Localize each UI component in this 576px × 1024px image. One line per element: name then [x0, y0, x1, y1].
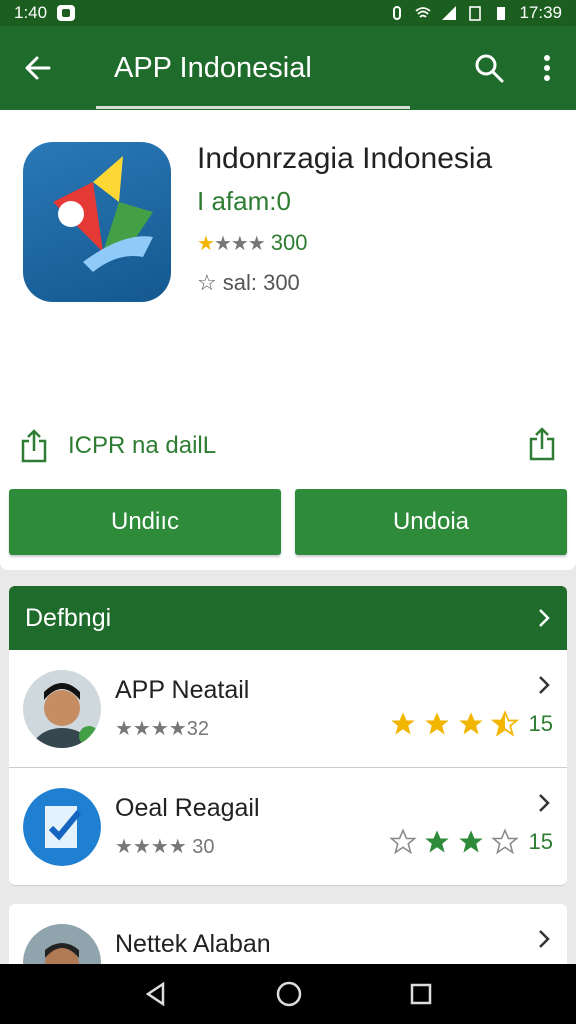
search-icon [475, 54, 504, 83]
title-underline [96, 106, 410, 109]
star-filled-icon [424, 830, 449, 853]
more-vert-icon [544, 55, 550, 81]
search-button[interactable] [460, 26, 518, 110]
chevron-right-icon [539, 794, 550, 812]
app-detail-card: Indonrzagia Indonesia I afam:0 ★★★★ 300 … [0, 110, 576, 570]
sim-icon [469, 6, 482, 21]
battery-icon [497, 7, 506, 20]
share-button-right[interactable] [528, 426, 556, 466]
item-rating-number: 15 [528, 829, 553, 854]
section-header[interactable]: Defbngi [9, 586, 567, 650]
signal-icon [442, 6, 457, 20]
star-outline-icon: ☆ [197, 270, 217, 295]
document-check-icon [23, 788, 101, 866]
status-time-right: 17:39 [519, 3, 562, 22]
list-item[interactable]: Oeal Reagail ★★★★ 30 15 [9, 768, 567, 886]
star-filled-icon [424, 712, 449, 735]
item-subtitle: ★★★★32 [115, 718, 209, 740]
star-filled-icon [458, 712, 483, 735]
system-nav-bar [0, 964, 576, 1024]
chevron-right-icon [539, 676, 550, 694]
item-subtitle: ★★★★ 30 [115, 836, 215, 858]
rating-stars: ★★★★ [197, 232, 266, 255]
alarm-icon [393, 6, 402, 20]
item-rating-number: 15 [528, 711, 553, 736]
size-label: sal: 300 [222, 270, 300, 295]
item-title: Nettek Alaban [115, 930, 271, 958]
item-rating: 15 [388, 828, 553, 856]
app-bar: APP Indonesial [0, 26, 576, 110]
arrow-left-icon [25, 56, 51, 80]
star-outline-icon [490, 828, 519, 855]
share-icon [21, 429, 47, 463]
back-button[interactable] [0, 26, 76, 110]
recents-square-icon[interactable] [409, 982, 433, 1006]
uninstall-button[interactable]: Undiıc [9, 489, 281, 555]
star-half-icon [490, 710, 519, 737]
back-triangle-icon[interactable] [143, 981, 169, 1007]
share-row[interactable]: ICPR na dailL [20, 426, 556, 466]
more-button[interactable] [518, 26, 576, 110]
status-time-left: 1:40 [14, 3, 48, 22]
status-bar: 1:40 17:39 [0, 0, 576, 26]
app-logo-icon[interactable] [23, 142, 171, 302]
app-rating: ★★★★ 300 [197, 230, 307, 256]
chevron-right-icon [539, 930, 550, 948]
share-icon [529, 426, 555, 460]
star-outline-icon [388, 828, 417, 855]
app-subtitle: I afam:0 [197, 186, 291, 216]
rating-label: 300 [270, 230, 308, 255]
home-circle-icon[interactable] [275, 980, 303, 1008]
page-title: APP Indonesial [114, 51, 312, 84]
item-title: Oeal Reagail [115, 794, 260, 822]
share-label: ICPR na dailL [68, 432, 217, 459]
avatar [23, 670, 101, 748]
chevron-right-icon [539, 609, 550, 627]
open-button[interactable]: Undoia [295, 489, 567, 555]
list-item[interactable]: APP Neatail ★★★★32 15 [9, 650, 567, 768]
item-rating: 15 [389, 710, 553, 738]
app-size: ☆ sal: 300 [197, 270, 300, 296]
notification-icon [57, 5, 76, 21]
section-title: Defbngi [25, 603, 112, 632]
wifi-icon [415, 7, 432, 18]
star-filled-icon [458, 830, 483, 853]
item-title: APP Neatail [115, 676, 250, 704]
app-name: Indonrzagia Indonesia [197, 142, 493, 175]
star-filled-icon [390, 712, 415, 735]
